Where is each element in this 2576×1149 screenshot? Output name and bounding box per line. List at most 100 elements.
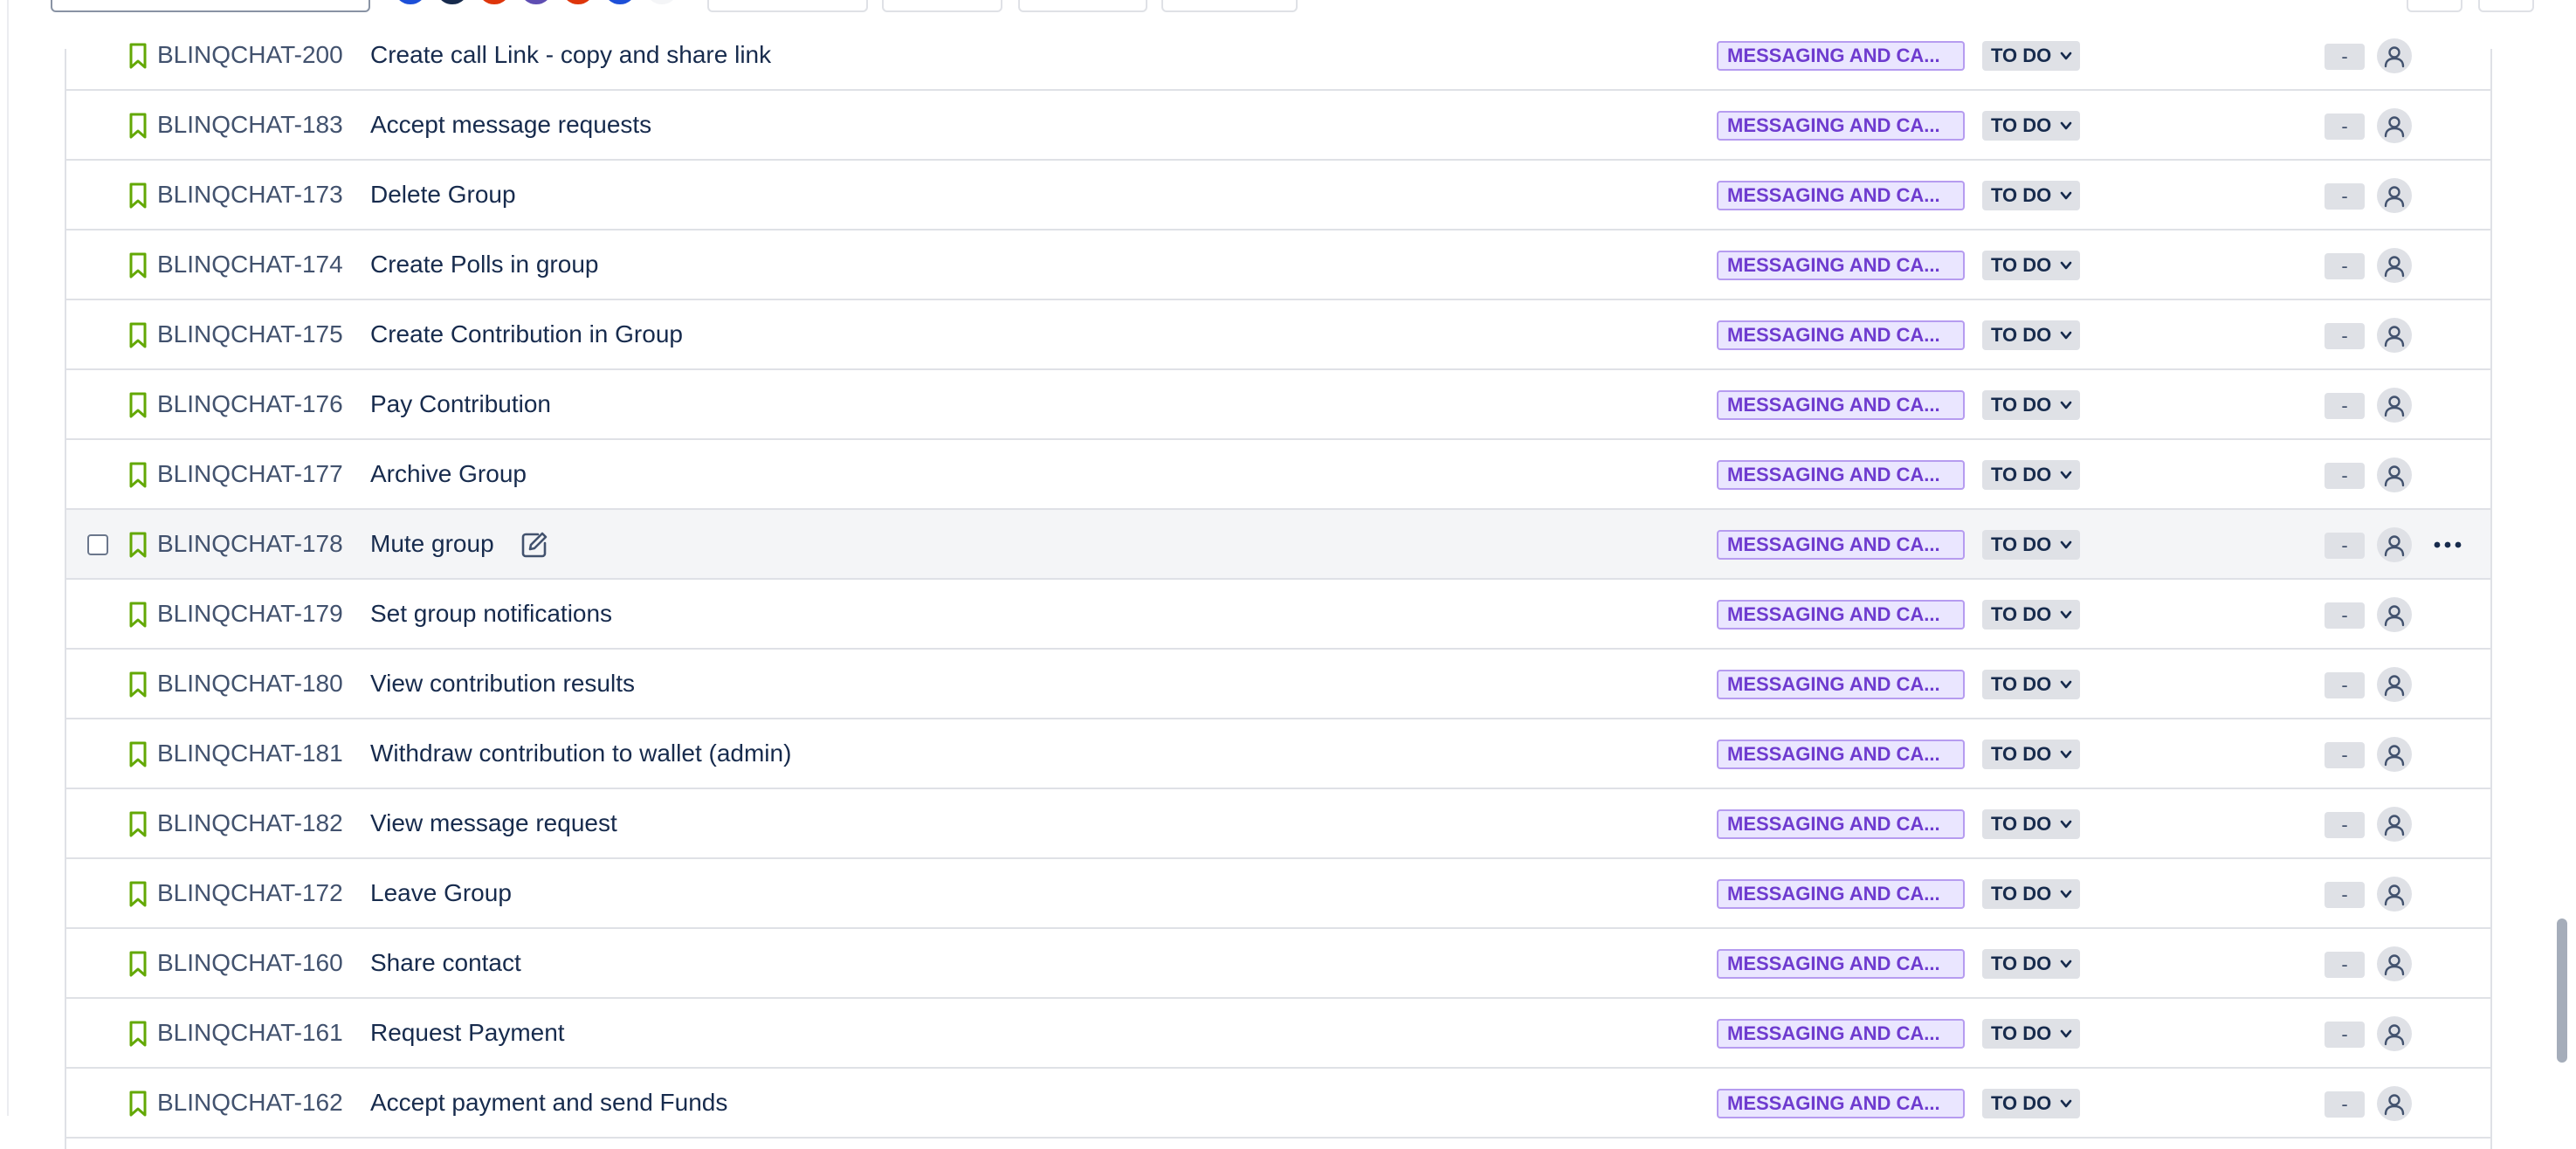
status-dropdown[interactable]: TO DO: [1982, 949, 2080, 979]
issue-row[interactable]: BLINQCHAT-200 Create call Link - copy an…: [66, 21, 2490, 91]
estimate-badge[interactable]: -: [2325, 1022, 2365, 1048]
issue-key[interactable]: BLINQCHAT-160: [157, 948, 343, 978]
issue-key[interactable]: BLINQCHAT-178: [157, 529, 343, 559]
scrollbar-thumb[interactable]: [2557, 919, 2567, 1063]
issue-row[interactable]: BLINQCHAT-180 View contribution results …: [66, 650, 2490, 719]
filter-button[interactable]: [1018, 0, 1147, 12]
epic-lozenge[interactable]: MESSAGING AND CA...: [1717, 879, 1965, 909]
issue-key[interactable]: BLINQCHAT-172: [157, 878, 343, 908]
estimate-badge[interactable]: -: [2325, 463, 2365, 489]
epic-lozenge[interactable]: MESSAGING AND CA...: [1717, 390, 1965, 420]
filter-avatar[interactable]: [517, 0, 555, 7]
status-dropdown[interactable]: TO DO: [1982, 670, 2080, 699]
status-dropdown[interactable]: TO DO: [1982, 41, 2080, 71]
toolbar-icon-button[interactable]: [2407, 0, 2462, 12]
toolbar-icon-button[interactable]: [2478, 0, 2534, 12]
avatar-icon[interactable]: [2377, 737, 2412, 772]
estimate-badge[interactable]: -: [2325, 742, 2365, 768]
epic-lozenge[interactable]: MESSAGING AND CA...: [1717, 251, 1965, 280]
avatar-icon[interactable]: [2377, 667, 2412, 702]
avatar-icon[interactable]: [2377, 1086, 2412, 1121]
issue-row[interactable]: BLINQCHAT-161 Request Payment MESSAGING …: [66, 999, 2490, 1069]
issue-row[interactable]: BLINQCHAT-160 Share contact MESSAGING AN…: [66, 929, 2490, 999]
issue-key[interactable]: BLINQCHAT-182: [157, 808, 343, 838]
status-dropdown[interactable]: TO DO: [1982, 1089, 2080, 1118]
issue-summary[interactable]: Archive Group: [370, 459, 527, 489]
issue-key[interactable]: BLINQCHAT-181: [157, 739, 343, 768]
issue-summary[interactable]: View contribution results: [370, 669, 635, 698]
issue-summary[interactable]: Create Polls in group: [370, 250, 598, 279]
issue-row[interactable]: BLINQCHAT-177 Archive Group MESSAGING AN…: [66, 440, 2490, 510]
issue-row[interactable]: BLINQCHAT-172 Leave Group MESSAGING AND …: [66, 859, 2490, 929]
issue-summary[interactable]: Accept payment and send Funds: [370, 1088, 727, 1118]
avatar-icon[interactable]: [2377, 178, 2412, 213]
issue-summary[interactable]: Mute group: [370, 529, 494, 559]
status-dropdown[interactable]: TO DO: [1982, 111, 2080, 141]
filter-button[interactable]: [1161, 0, 1298, 12]
estimate-badge[interactable]: -: [2325, 952, 2365, 978]
epic-lozenge[interactable]: MESSAGING AND CA...: [1717, 949, 1965, 979]
avatar-icon[interactable]: [2377, 38, 2412, 73]
issue-summary[interactable]: Set group notifications: [370, 599, 612, 629]
issue-key[interactable]: BLINQCHAT-173: [157, 180, 343, 210]
issue-summary[interactable]: Pay Contribution: [370, 389, 551, 419]
issue-key[interactable]: BLINQCHAT-183: [157, 110, 343, 140]
epic-lozenge[interactable]: MESSAGING AND CA...: [1717, 1089, 1965, 1118]
filter-avatar[interactable]: [643, 0, 681, 7]
epic-lozenge[interactable]: MESSAGING AND CA...: [1717, 809, 1965, 839]
avatar-icon[interactable]: [2377, 318, 2412, 353]
status-dropdown[interactable]: TO DO: [1982, 1019, 2080, 1049]
epic-lozenge[interactable]: MESSAGING AND CA...: [1717, 320, 1965, 350]
status-dropdown[interactable]: TO DO: [1982, 879, 2080, 909]
issue-row[interactable]: BLINQCHAT-162 Accept payment and send Fu…: [66, 1069, 2490, 1139]
filter-button[interactable]: [707, 0, 868, 12]
issue-summary[interactable]: Delete Group: [370, 180, 516, 210]
epic-lozenge[interactable]: MESSAGING AND CA...: [1717, 1019, 1965, 1049]
issue-key[interactable]: BLINQCHAT-161: [157, 1018, 343, 1048]
issue-summary[interactable]: Leave Group: [370, 878, 512, 908]
epic-lozenge[interactable]: MESSAGING AND CA...: [1717, 41, 1965, 71]
avatar-icon[interactable]: [2377, 946, 2412, 981]
estimate-badge[interactable]: -: [2325, 533, 2365, 559]
status-dropdown[interactable]: TO DO: [1982, 740, 2080, 769]
issue-summary[interactable]: View message request: [370, 808, 617, 838]
issue-row[interactable]: BLINQCHAT-175 Create Contribution in Gro…: [66, 300, 2490, 370]
issue-key[interactable]: BLINQCHAT-174: [157, 250, 343, 279]
filter-avatar[interactable]: [601, 0, 639, 7]
estimate-badge[interactable]: -: [2325, 393, 2365, 419]
row-checkbox[interactable]: [87, 534, 108, 555]
avatar-icon[interactable]: [2377, 527, 2412, 562]
issue-row[interactable]: BLINQCHAT-176 Pay Contribution MESSAGING…: [66, 370, 2490, 440]
estimate-badge[interactable]: -: [2325, 183, 2365, 210]
issue-row[interactable]: BLINQCHAT-182 View message request MESSA…: [66, 789, 2490, 859]
issue-row[interactable]: BLINQCHAT-179 Set group notifications ME…: [66, 580, 2490, 650]
filter-avatar[interactable]: [391, 0, 430, 7]
issue-key[interactable]: BLINQCHAT-177: [157, 459, 343, 489]
estimate-badge[interactable]: -: [2325, 1091, 2365, 1118]
issue-key[interactable]: BLINQCHAT-179: [157, 599, 343, 629]
avatar-icon[interactable]: [2377, 458, 2412, 492]
issue-summary[interactable]: Accept message requests: [370, 110, 651, 140]
avatar-icon[interactable]: [2377, 1016, 2412, 1051]
status-dropdown[interactable]: TO DO: [1982, 320, 2080, 350]
issue-row[interactable]: BLINQCHAT-183 Accept message requests ME…: [66, 91, 2490, 161]
edit-icon[interactable]: [519, 529, 550, 561]
epic-lozenge[interactable]: MESSAGING AND CA...: [1717, 111, 1965, 141]
status-dropdown[interactable]: TO DO: [1982, 181, 2080, 210]
issue-summary[interactable]: Create Contribution in Group: [370, 320, 683, 349]
issue-key[interactable]: BLINQCHAT-200: [157, 40, 343, 70]
issue-key[interactable]: BLINQCHAT-175: [157, 320, 343, 349]
epic-lozenge[interactable]: MESSAGING AND CA...: [1717, 740, 1965, 769]
epic-lozenge[interactable]: MESSAGING AND CA...: [1717, 460, 1965, 490]
estimate-badge[interactable]: -: [2325, 812, 2365, 838]
estimate-badge[interactable]: -: [2325, 882, 2365, 908]
epic-lozenge[interactable]: MESSAGING AND CA...: [1717, 600, 1965, 630]
issue-row[interactable]: BLINQCHAT-173 Delete Group MESSAGING AND…: [66, 161, 2490, 230]
search-input[interactable]: [51, 0, 370, 12]
avatar-icon[interactable]: [2377, 108, 2412, 143]
estimate-badge[interactable]: -: [2325, 253, 2365, 279]
status-dropdown[interactable]: TO DO: [1982, 809, 2080, 839]
issue-row[interactable]: BLINQCHAT-174 Create Polls in group MESS…: [66, 230, 2490, 300]
issue-summary[interactable]: Share contact: [370, 948, 521, 978]
avatar-icon[interactable]: [2377, 807, 2412, 842]
